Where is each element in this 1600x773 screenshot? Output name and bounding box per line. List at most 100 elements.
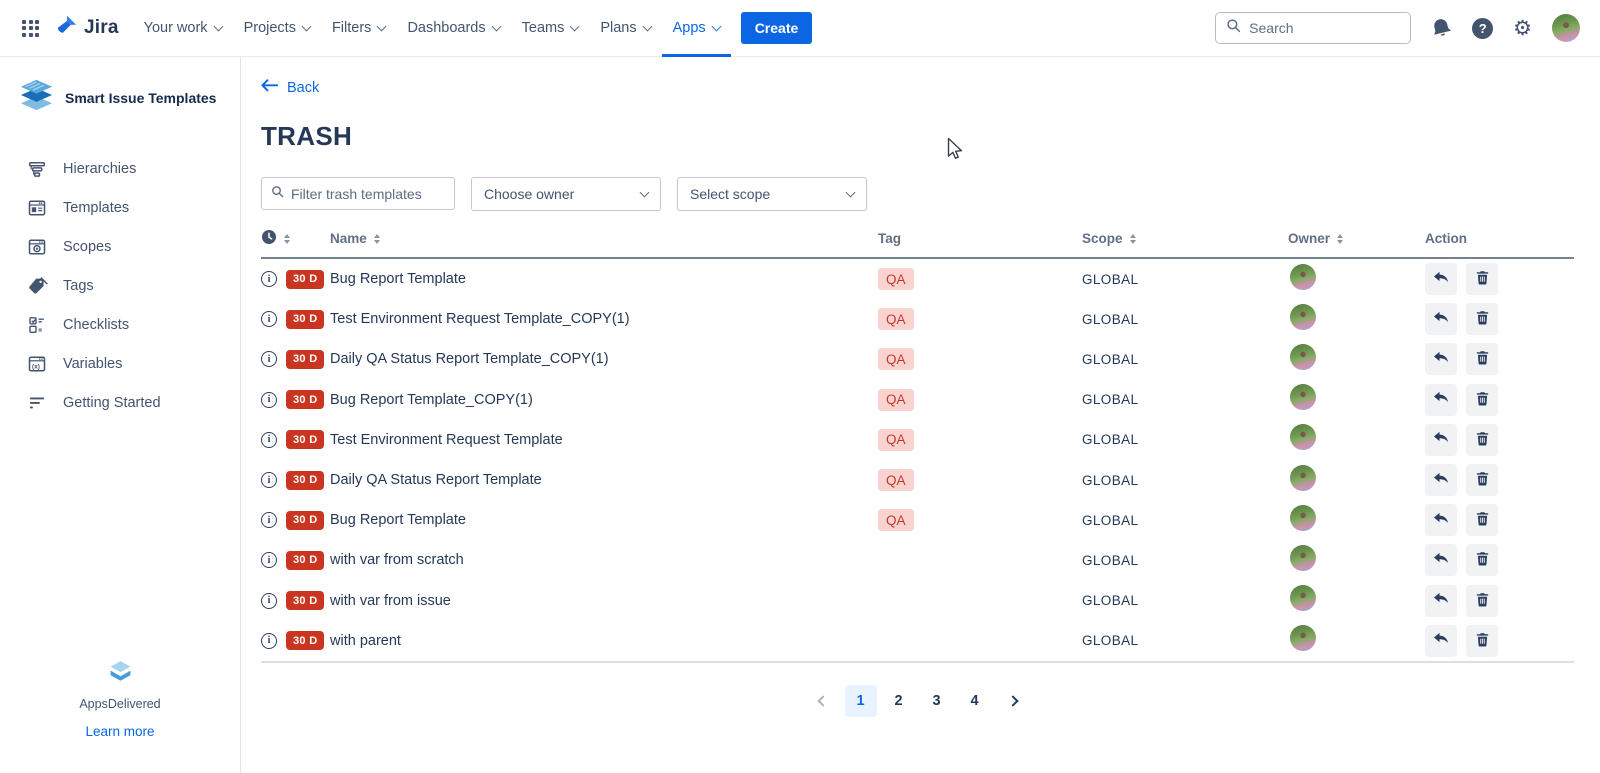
restore-button[interactable] — [1425, 464, 1457, 496]
trash-filter-field[interactable] — [261, 177, 455, 210]
owner-avatar[interactable] — [1290, 545, 1316, 571]
settings-gear-icon[interactable]: ⚙ — [1513, 18, 1532, 39]
template-name[interactable]: with var from issue — [330, 593, 878, 609]
restore-button[interactable] — [1425, 424, 1457, 456]
info-icon[interactable]: i — [261, 593, 277, 609]
info-icon[interactable]: i — [261, 512, 277, 528]
info-icon[interactable]: i — [261, 271, 277, 287]
template-name[interactable]: Bug Report Template — [330, 271, 878, 287]
page-button-3[interactable]: 3 — [921, 685, 953, 717]
page-button-2[interactable]: 2 — [883, 685, 915, 717]
sort-icon[interactable] — [1337, 234, 1343, 244]
help-icon[interactable]: ? — [1472, 18, 1493, 39]
sort-icon[interactable] — [284, 234, 290, 244]
column-owner[interactable]: Owner — [1288, 231, 1425, 246]
column-scope[interactable]: Scope — [1082, 231, 1288, 246]
info-icon[interactable]: i — [261, 311, 277, 327]
column-retention[interactable] — [261, 229, 330, 248]
trash-icon — [1475, 431, 1490, 449]
chevron-down-icon — [711, 22, 721, 32]
nav-item-label: Plans — [600, 20, 636, 36]
owner-avatar[interactable] — [1290, 625, 1316, 651]
delete-button[interactable] — [1466, 343, 1498, 375]
template-name[interactable]: with var from scratch — [330, 552, 878, 568]
info-icon[interactable]: i — [261, 351, 277, 367]
appsdelivered-brand: AppsDelivered — [0, 697, 240, 711]
restore-button[interactable] — [1425, 585, 1457, 617]
sidebar-item-checklists[interactable]: Checklists — [0, 305, 240, 344]
global-search[interactable] — [1215, 12, 1411, 44]
delete-button[interactable] — [1466, 625, 1498, 657]
restore-button[interactable] — [1425, 303, 1457, 335]
owner-avatar[interactable] — [1290, 344, 1316, 370]
nav-item-projects[interactable]: Projects — [233, 0, 321, 57]
template-name[interactable]: Test Environment Request Template — [330, 432, 878, 448]
search-input[interactable] — [1249, 20, 1400, 36]
next-page-button[interactable] — [997, 685, 1029, 717]
info-icon[interactable]: i — [261, 472, 277, 488]
delete-button[interactable] — [1466, 464, 1498, 496]
learn-more-link[interactable]: Learn more — [0, 724, 240, 739]
previous-page-button[interactable] — [807, 685, 839, 717]
page-button-1[interactable]: 1 — [845, 685, 877, 717]
delete-button[interactable] — [1466, 424, 1498, 456]
restore-button[interactable] — [1425, 263, 1457, 295]
restore-button[interactable] — [1425, 544, 1457, 576]
restore-button[interactable] — [1425, 384, 1457, 416]
nav-item-your-work[interactable]: Your work — [133, 0, 233, 57]
info-icon[interactable]: i — [261, 432, 277, 448]
nav-item-dashboards[interactable]: Dashboards — [396, 0, 510, 57]
owner-avatar[interactable] — [1290, 465, 1316, 491]
delete-button[interactable] — [1466, 544, 1498, 576]
owner-avatar[interactable] — [1290, 304, 1316, 330]
sort-icon[interactable] — [374, 234, 380, 244]
sidebar-item-getting-started[interactable]: Getting Started — [0, 383, 240, 422]
user-avatar[interactable] — [1552, 14, 1580, 42]
retention-badge: 30 D — [286, 390, 324, 409]
owner-avatar[interactable] — [1290, 424, 1316, 450]
column-name[interactable]: Name — [330, 231, 878, 246]
jira-logo[interactable]: Jira — [55, 14, 119, 42]
sidebar-item-tags[interactable]: Tags — [0, 266, 240, 305]
template-name[interactable]: with parent — [330, 633, 878, 649]
sidebar-item-variables[interactable]: (x) Variables — [0, 344, 240, 383]
page-button-4[interactable]: 4 — [959, 685, 991, 717]
template-name[interactable]: Bug Report Template — [330, 512, 878, 528]
delete-button[interactable] — [1466, 303, 1498, 335]
nav-item-teams[interactable]: Teams — [511, 0, 590, 57]
template-name[interactable]: Bug Report Template_COPY(1) — [330, 392, 878, 408]
tag-badge: QA — [878, 268, 914, 290]
template-name[interactable]: Daily QA Status Report Template — [330, 472, 878, 488]
scope-select[interactable]: Select scope — [677, 177, 867, 211]
template-name[interactable]: Daily QA Status Report Template_COPY(1) — [330, 351, 878, 367]
nav-item-filters[interactable]: Filters — [321, 0, 396, 57]
owner-avatar[interactable] — [1290, 505, 1316, 531]
owner-avatar[interactable] — [1290, 384, 1316, 410]
sidebar-item-templates[interactable]: Templates — [0, 188, 240, 227]
restore-button[interactable] — [1425, 343, 1457, 375]
nav-item-plans[interactable]: Plans — [589, 0, 661, 57]
restore-button[interactable] — [1425, 625, 1457, 657]
back-link[interactable]: Back — [261, 79, 319, 96]
owner-select[interactable]: Choose owner — [471, 177, 661, 211]
delete-button[interactable] — [1466, 504, 1498, 536]
sidebar-item-scopes[interactable]: Scopes — [0, 227, 240, 266]
sort-icon[interactable] — [1130, 234, 1136, 244]
owner-avatar[interactable] — [1290, 264, 1316, 290]
info-icon[interactable]: i — [261, 392, 277, 408]
create-button[interactable]: Create — [741, 12, 813, 44]
info-icon[interactable]: i — [261, 633, 277, 649]
notifications-icon[interactable] — [1431, 18, 1452, 39]
info-icon[interactable]: i — [261, 552, 277, 568]
sidebar-item-hierarchies[interactable]: Hierarchies — [0, 149, 240, 188]
delete-button[interactable] — [1466, 263, 1498, 295]
nav-item-label: Projects — [244, 20, 296, 36]
delete-button[interactable] — [1466, 384, 1498, 416]
restore-button[interactable] — [1425, 504, 1457, 536]
delete-button[interactable] — [1466, 585, 1498, 617]
nav-item-apps[interactable]: Apps — [662, 0, 731, 57]
trash-filter-input[interactable] — [291, 186, 445, 202]
owner-avatar[interactable] — [1290, 585, 1316, 611]
app-switcher-icon[interactable] — [14, 12, 47, 45]
template-name[interactable]: Test Environment Request Template_COPY(1… — [330, 311, 878, 327]
